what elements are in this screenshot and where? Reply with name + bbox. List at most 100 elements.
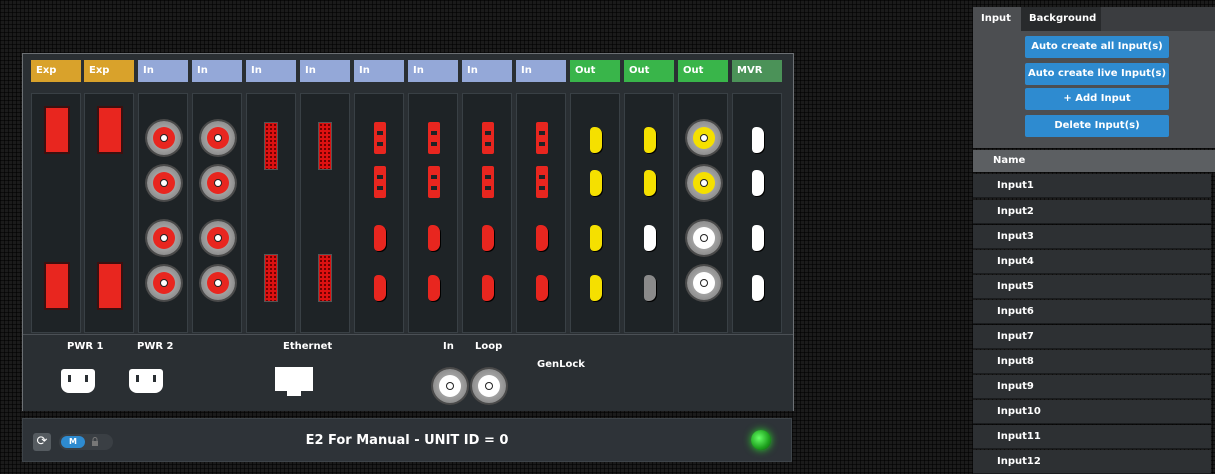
list-item[interactable]: Input6 <box>973 300 1211 324</box>
genlock-loop-bnc-icon[interactable] <box>472 369 506 403</box>
hdmi-connector-icon[interactable] <box>644 225 656 251</box>
bnc-connector-icon[interactable] <box>147 221 181 255</box>
hdmi-connector-icon[interactable] <box>536 275 548 301</box>
auto-create-all-inputs-button[interactable]: Auto create all Input(s) <box>1025 36 1169 58</box>
bnc-connector-icon[interactable] <box>201 121 235 155</box>
card-in-3[interactable] <box>246 93 296 333</box>
card-header-exp-1[interactable]: Exp <box>31 60 81 82</box>
card-header-out-1[interactable]: Out <box>570 60 620 82</box>
card-out-2[interactable] <box>624 93 674 333</box>
sdi-connector-icon[interactable] <box>374 166 386 198</box>
dvi-connector-icon[interactable] <box>318 254 332 302</box>
card-header-mvr[interactable]: MVR <box>732 60 782 82</box>
bnc-connector-icon[interactable] <box>201 266 235 300</box>
hdmi-connector-icon[interactable] <box>536 225 548 251</box>
dvi-connector-icon[interactable] <box>264 254 278 302</box>
expansion-port-icon[interactable] <box>97 262 123 310</box>
bnc-connector-icon[interactable] <box>687 221 721 255</box>
card-header-in-5[interactable]: In <box>354 60 404 82</box>
list-item[interactable]: Input12 <box>973 450 1211 474</box>
hdmi-connector-icon[interactable] <box>590 127 602 153</box>
bnc-connector-icon[interactable] <box>201 166 235 200</box>
sdi-connector-icon[interactable] <box>536 122 548 154</box>
card-out-3[interactable] <box>678 93 728 333</box>
bnc-connector-icon[interactable] <box>201 221 235 255</box>
card-exp-1[interactable] <box>31 93 81 333</box>
list-item[interactable]: Input11 <box>973 425 1211 449</box>
list-item[interactable]: Input8 <box>973 350 1211 374</box>
list-item[interactable]: Input3 <box>973 225 1211 249</box>
card-in-5[interactable] <box>354 93 404 333</box>
sdi-connector-icon[interactable] <box>482 122 494 154</box>
list-item[interactable]: Input4 <box>973 250 1211 274</box>
bnc-connector-icon[interactable] <box>687 121 721 155</box>
list-item[interactable]: Input2 <box>973 200 1211 224</box>
list-item[interactable]: Input1 <box>973 174 1211 198</box>
list-item[interactable]: Input7 <box>973 325 1211 349</box>
hdmi-connector-icon[interactable] <box>590 170 602 196</box>
hdmi-connector-icon[interactable] <box>428 225 440 251</box>
bnc-connector-icon[interactable] <box>687 166 721 200</box>
card-in-6[interactable] <box>408 93 458 333</box>
card-header-in-1[interactable]: In <box>138 60 188 82</box>
card-header-in-3[interactable]: In <box>246 60 296 82</box>
hdmi-connector-icon[interactable] <box>482 225 494 251</box>
hdmi-connector-icon[interactable] <box>752 225 764 251</box>
sdi-connector-icon[interactable] <box>482 166 494 198</box>
sdi-connector-icon[interactable] <box>374 122 386 154</box>
auto-create-live-inputs-button[interactable]: Auto create live Input(s) <box>1025 63 1169 85</box>
expansion-port-icon[interactable] <box>97 106 123 154</box>
sdi-connector-icon[interactable] <box>428 122 440 154</box>
hdmi-connector-icon[interactable] <box>590 275 602 301</box>
card-in-2[interactable] <box>192 93 242 333</box>
card-header-out-2[interactable]: Out <box>624 60 674 82</box>
hdmi-connector-icon[interactable] <box>374 225 386 251</box>
bnc-connector-icon[interactable] <box>147 166 181 200</box>
card-in-4[interactable] <box>300 93 350 333</box>
expansion-port-icon[interactable] <box>44 262 70 310</box>
dvi-connector-icon[interactable] <box>264 122 278 170</box>
card-out-1[interactable] <box>570 93 620 333</box>
genlock-in-bnc-icon[interactable] <box>433 369 467 403</box>
tab-background[interactable]: Background <box>1021 7 1101 31</box>
sdi-connector-icon[interactable] <box>428 166 440 198</box>
hdmi-connector-icon[interactable] <box>428 275 440 301</box>
list-item[interactable]: Input9 <box>973 375 1211 399</box>
card-header-in-6[interactable]: In <box>408 60 458 82</box>
hdmi-connector-icon[interactable] <box>644 275 656 301</box>
delete-inputs-button[interactable]: Delete Input(s) <box>1025 115 1169 137</box>
power-inlet-2-icon[interactable] <box>129 369 163 393</box>
hdmi-connector-icon[interactable] <box>644 127 656 153</box>
bnc-connector-icon[interactable] <box>147 121 181 155</box>
power-inlet-1-icon[interactable] <box>61 369 95 393</box>
hdmi-connector-icon[interactable] <box>752 275 764 301</box>
ethernet-port-icon[interactable] <box>275 367 313 396</box>
dvi-connector-icon[interactable] <box>318 122 332 170</box>
list-item[interactable]: Input10 <box>973 400 1211 424</box>
hdmi-connector-icon[interactable] <box>590 225 602 251</box>
name-column-header[interactable]: Name <box>973 150 1215 172</box>
hdmi-connector-icon[interactable] <box>374 275 386 301</box>
hdmi-connector-icon[interactable] <box>482 275 494 301</box>
sdi-connector-icon[interactable] <box>536 166 548 198</box>
add-input-button[interactable]: + Add Input <box>1025 88 1169 110</box>
list-item[interactable]: Input5 <box>973 275 1211 299</box>
hdmi-connector-icon[interactable] <box>752 170 764 196</box>
card-exp-2[interactable] <box>84 93 134 333</box>
card-header-in-2[interactable]: In <box>192 60 242 82</box>
hdmi-connector-icon[interactable] <box>644 170 656 196</box>
card-mvr[interactable] <box>732 93 782 333</box>
card-in-8[interactable] <box>516 93 566 333</box>
bnc-connector-icon[interactable] <box>687 266 721 300</box>
tab-input[interactable]: Input <box>973 7 1021 31</box>
card-in-1[interactable] <box>138 93 188 333</box>
card-header-out-3[interactable]: Out <box>678 60 728 82</box>
bnc-connector-icon[interactable] <box>147 266 181 300</box>
card-header-in-8[interactable]: In <box>516 60 566 82</box>
hdmi-connector-icon[interactable] <box>752 127 764 153</box>
card-in-7[interactable] <box>462 93 512 333</box>
card-header-in-4[interactable]: In <box>300 60 350 82</box>
card-header-exp-2[interactable]: Exp <box>84 60 134 82</box>
card-header-in-7[interactable]: In <box>462 60 512 82</box>
expansion-port-icon[interactable] <box>44 106 70 154</box>
